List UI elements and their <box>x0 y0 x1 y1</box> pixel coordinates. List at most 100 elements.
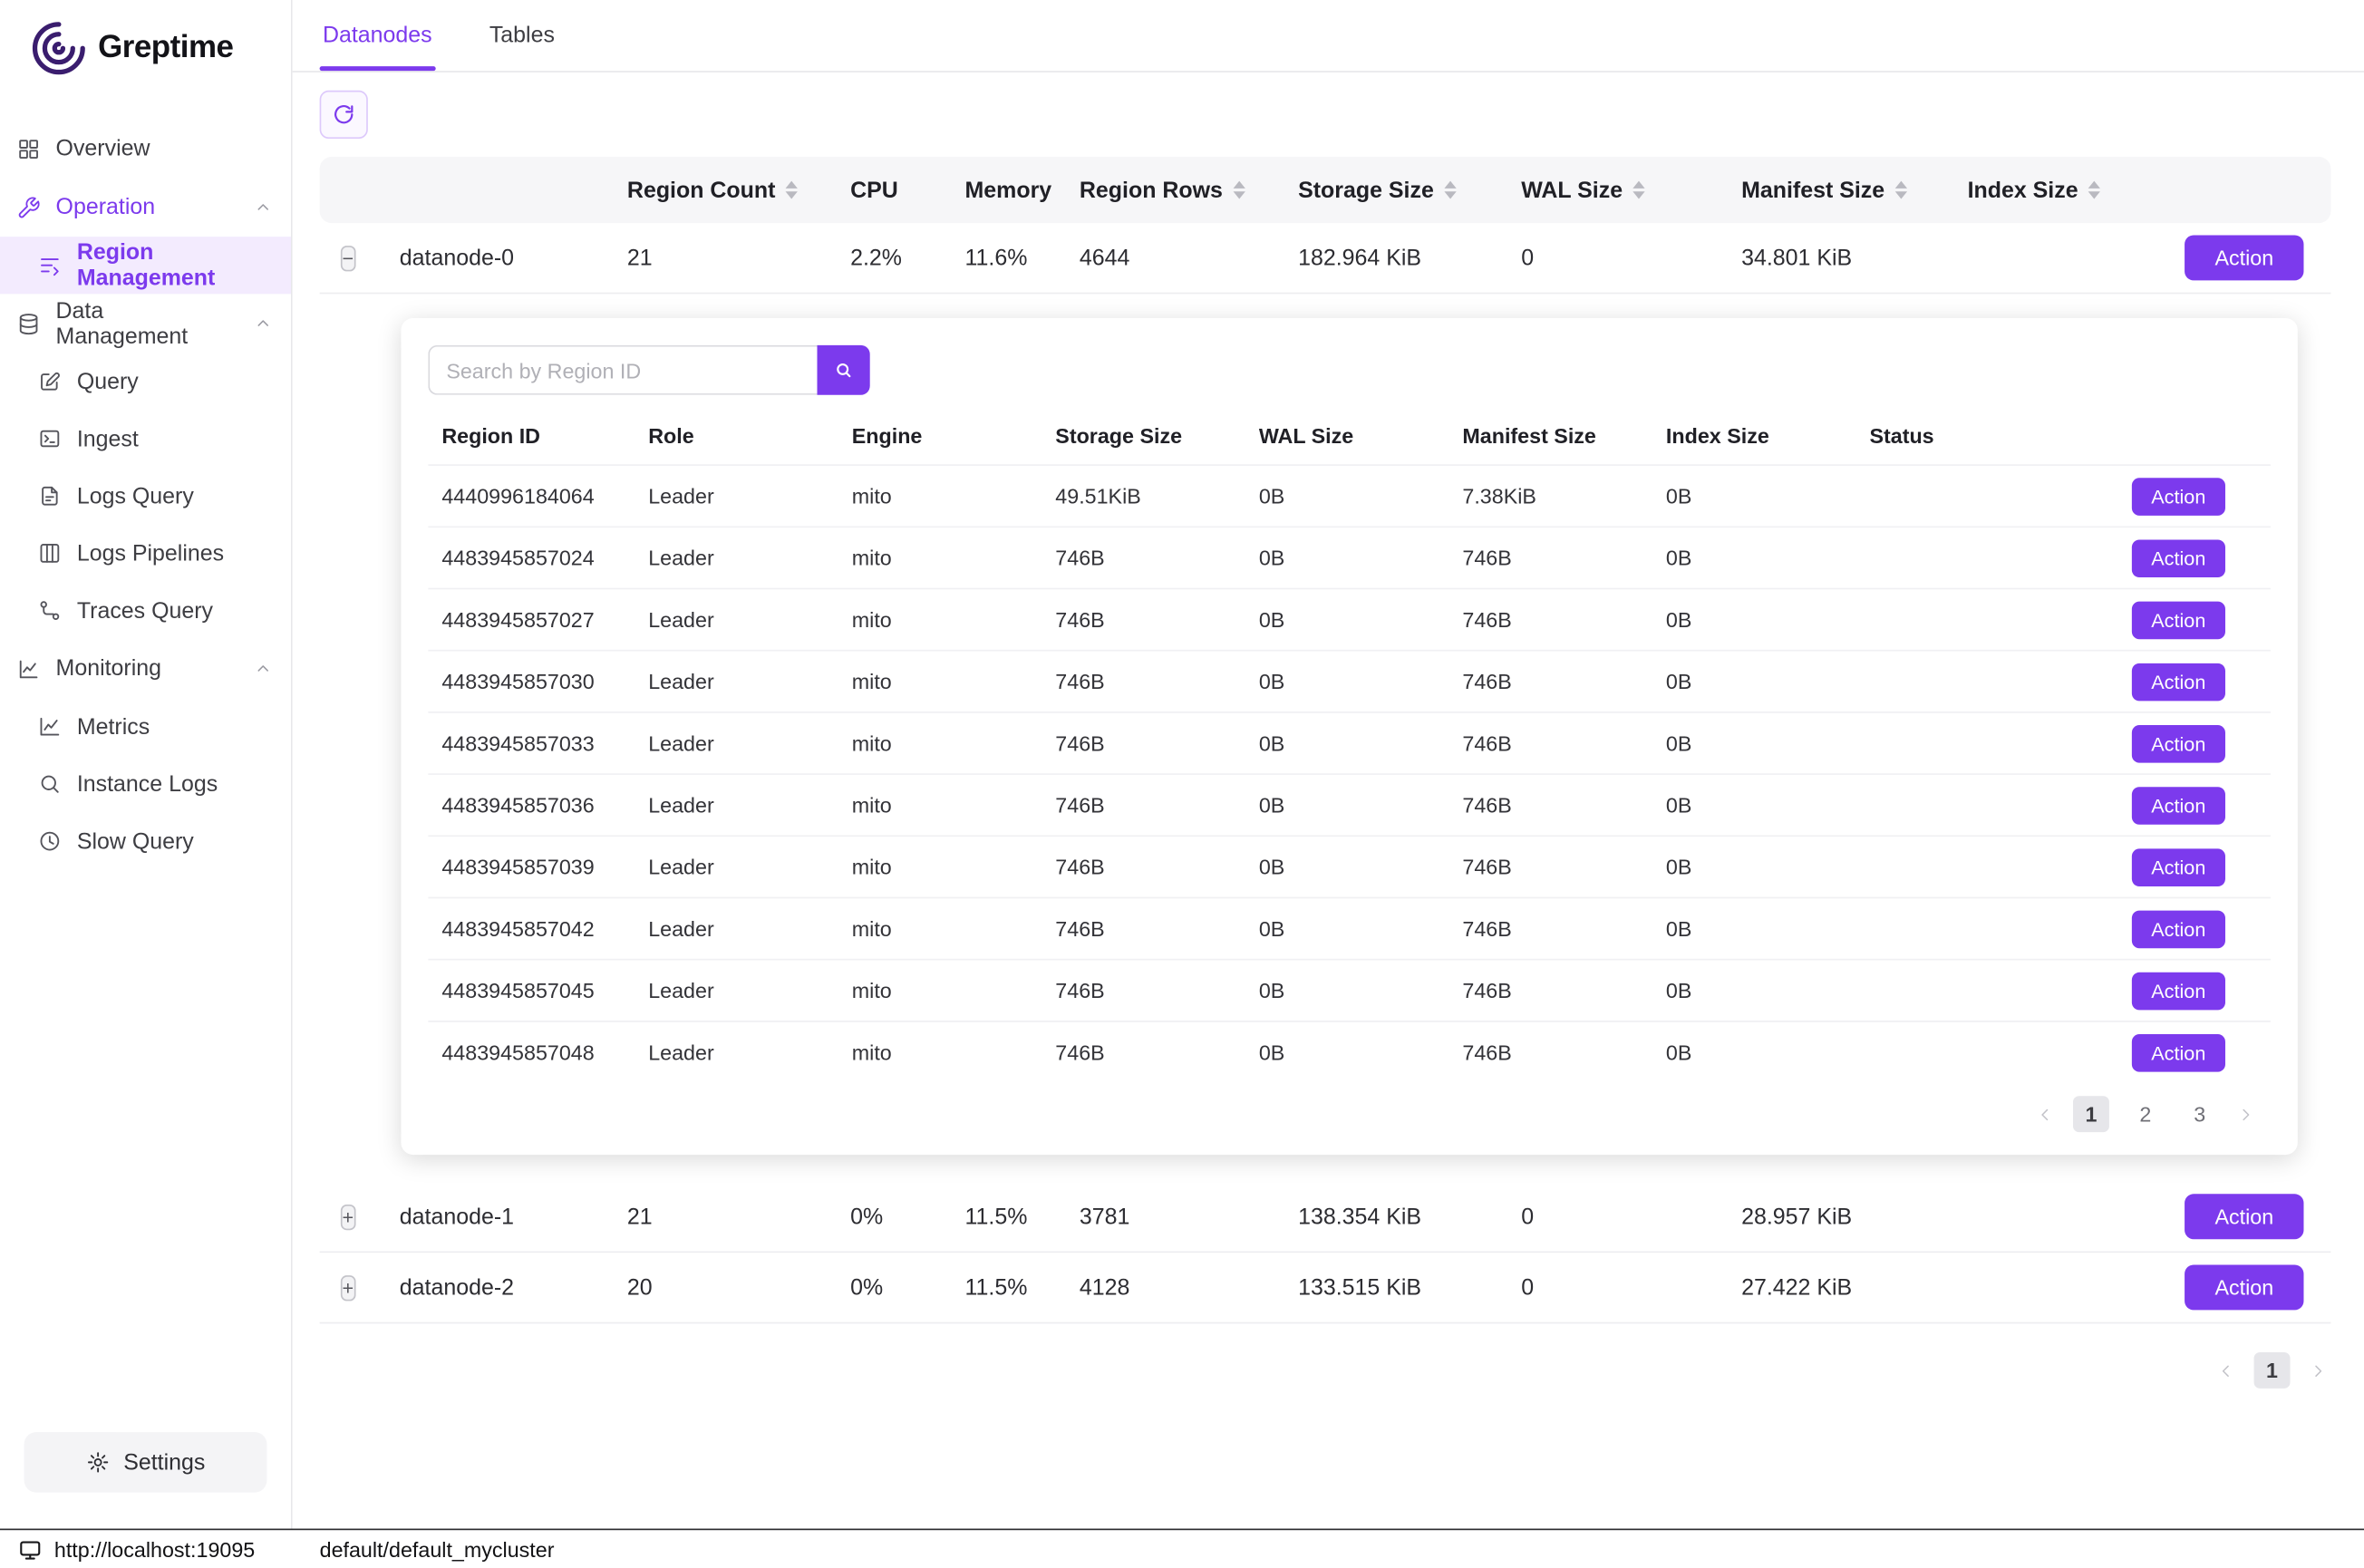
col-header-manifest-size[interactable]: Manifest Size <box>1735 177 1961 202</box>
collapse-row-button[interactable]: − <box>341 245 355 270</box>
datanode-name: datanode-0 <box>380 245 621 270</box>
cell-manifest-size: 746B <box>1448 855 1652 879</box>
cell-index-size: 0B <box>1652 669 1856 693</box>
cell-wal-size: 0B <box>1245 731 1449 756</box>
datanode-row: − datanode-0 21 2.2% 11.6% 4644 182.964 … <box>320 223 2331 294</box>
sidebar-group-data-management[interactable]: Data Management <box>0 294 291 353</box>
cell-role: Leader <box>635 731 838 756</box>
cell-manifest-size: 27.422 KiB <box>1735 1274 1961 1300</box>
cell-storage-size: 746B <box>1042 1040 1245 1065</box>
sidebar-item-ingest[interactable]: Ingest <box>0 410 291 467</box>
region-action-button[interactable]: Action <box>2132 601 2225 639</box>
cell-role: Leader <box>635 669 838 693</box>
region-action-button[interactable]: Action <box>2132 972 2225 1010</box>
expand-row-button[interactable]: + <box>341 1204 355 1229</box>
cell-wal-size: 0 <box>1516 245 1736 270</box>
datanode-action-button[interactable]: Action <box>2185 235 2303 280</box>
expand-row-button[interactable]: + <box>341 1274 355 1300</box>
cell-role: Leader <box>635 855 838 879</box>
cell-role: Leader <box>635 916 838 941</box>
region-action-button[interactable]: Action <box>2132 539 2225 577</box>
sidebar-item-logs-query[interactable]: Logs Query <box>0 468 291 525</box>
datanode-action-button[interactable]: Action <box>2185 1194 2303 1239</box>
sort-icons[interactable] <box>2088 181 2100 199</box>
region-action-button[interactable]: Action <box>2132 848 2225 886</box>
sort-icons[interactable] <box>1895 181 1907 199</box>
region-row: 4483945857030 Leader mito 746B 0B 746B 0… <box>428 650 2271 711</box>
sidebar-item-overview[interactable]: Overview <box>0 119 291 178</box>
cell-wal-size: 0B <box>1245 916 1449 941</box>
page-button-3[interactable]: 3 <box>2182 1096 2218 1132</box>
sort-icons[interactable] <box>786 181 798 199</box>
datanode-row: + datanode-1 21 0% 11.5% 3781 138.354 Ki… <box>320 1182 2331 1253</box>
col-header-region-rows[interactable]: Region Rows <box>1073 177 1292 202</box>
datanode-name: datanode-2 <box>380 1274 621 1300</box>
sidebar-item-logs-pipelines[interactable]: Logs Pipelines <box>0 525 291 582</box>
chevron-right-icon[interactable] <box>2308 1360 2328 1380</box>
sidebar-item-label: Logs Query <box>77 483 194 508</box>
region-row: 4483945857027 Leader mito 746B 0B 746B 0… <box>428 588 2271 650</box>
chevron-right-icon[interactable] <box>2236 1104 2256 1124</box>
cell-memory: 11.6% <box>959 245 1073 270</box>
brand-logo[interactable]: Greptime <box>0 0 291 101</box>
cell-manifest-size: 746B <box>1448 1040 1652 1065</box>
region-search-input[interactable] <box>428 345 817 395</box>
cell-region-id: 4440996184064 <box>428 484 635 508</box>
region-row: 4483945857024 Leader mito 746B 0B 746B 0… <box>428 526 2271 587</box>
col-header-wal-size[interactable]: WAL Size <box>1516 177 1736 202</box>
col-header-index-size[interactable]: Index Size <box>1962 177 2331 202</box>
brand-name: Greptime <box>98 30 233 66</box>
sidebar-item-metrics[interactable]: Metrics <box>0 698 291 755</box>
page-button-1[interactable]: 1 <box>2073 1096 2109 1132</box>
sidebar-item-label: Metrics <box>77 714 150 740</box>
cell-engine: mito <box>838 916 1042 941</box>
chevron-up-icon[interactable] <box>253 314 273 334</box>
col-header-storage-size[interactable]: Storage Size <box>1292 177 1515 202</box>
col-header-region-count[interactable]: Region Count <box>621 177 844 202</box>
region-action-button[interactable]: Action <box>2132 1033 2225 1071</box>
cell-wal-size: 0B <box>1245 546 1449 570</box>
chevron-up-icon[interactable] <box>253 198 273 218</box>
settings-button[interactable]: Settings <box>24 1432 267 1493</box>
cell-engine: mito <box>838 484 1042 508</box>
cell-memory: 11.5% <box>959 1204 1073 1229</box>
datanode-action-button[interactable]: Action <box>2185 1264 2303 1310</box>
sort-icons[interactable] <box>1234 181 1245 199</box>
region-action-button[interactable]: Action <box>2132 663 2225 701</box>
region-action-button[interactable]: Action <box>2132 724 2225 762</box>
region-search-button[interactable] <box>817 345 869 395</box>
chevron-left-icon[interactable] <box>2216 1360 2236 1380</box>
cluster-name[interactable]: default/default_mycluster <box>320 1537 555 1562</box>
region-pagination: 1 2 3 <box>428 1082 2271 1146</box>
region-action-button[interactable]: Action <box>2132 477 2225 515</box>
page-button-2[interactable]: 2 <box>2127 1096 2164 1132</box>
sidebar-item-region-management[interactable]: Region Management <box>0 237 291 294</box>
sidebar-item-query[interactable]: Query <box>0 353 291 410</box>
refresh-button[interactable] <box>320 91 368 139</box>
cell-storage-size: 746B <box>1042 793 1245 818</box>
sort-icons[interactable] <box>1444 181 1456 199</box>
sidebar-item-slow-query[interactable]: Slow Query <box>0 813 291 870</box>
sidebar-item-instance-logs[interactable]: Instance Logs <box>0 755 291 812</box>
region-action-button[interactable]: Action <box>2132 786 2225 824</box>
sidebar-group-operation[interactable]: Operation <box>0 178 291 237</box>
cell-engine: mito <box>838 855 1042 879</box>
cell-index-size: 0B <box>1652 1040 1856 1065</box>
sort-icons[interactable] <box>1633 181 1645 199</box>
slow-query-icon <box>38 829 63 854</box>
main-area: Datanodes Tables <box>293 0 2364 1529</box>
chevron-left-icon[interactable] <box>2035 1104 2055 1124</box>
tab-datanodes[interactable]: Datanodes <box>320 0 435 71</box>
chevron-up-icon[interactable] <box>253 659 273 679</box>
sidebar-item-traces-query[interactable]: Traces Query <box>0 582 291 639</box>
tab-tables[interactable]: Tables <box>487 0 558 71</box>
region-action-button[interactable]: Action <box>2132 910 2225 948</box>
cell-engine: mito <box>838 669 1042 693</box>
sidebar-group-monitoring[interactable]: Monitoring <box>0 639 291 698</box>
page-button-1[interactable]: 1 <box>2254 1352 2291 1389</box>
cell-region-count: 20 <box>621 1274 844 1300</box>
overview-icon <box>16 137 41 161</box>
greptime-logo-icon <box>30 20 87 77</box>
logs-query-icon <box>38 484 63 508</box>
server-url[interactable]: http://localhost:19095 <box>54 1537 255 1562</box>
